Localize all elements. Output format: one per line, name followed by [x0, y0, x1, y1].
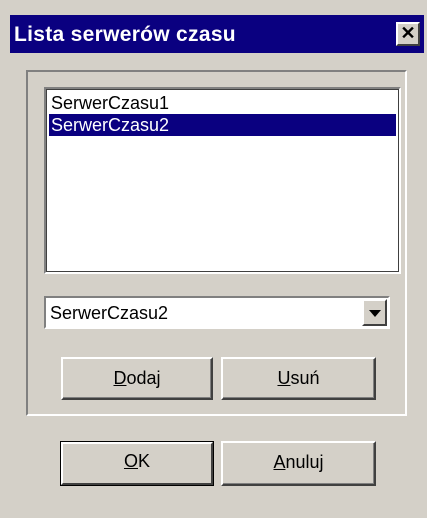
add-button[interactable]: Dodaj: [61, 357, 213, 400]
cancel-button-label-rest: nuluj: [285, 452, 324, 472]
ok-button[interactable]: OK: [60, 441, 214, 486]
add-button-mnemonic: D: [113, 368, 127, 388]
cancel-button-label: Anuluj: [223, 452, 374, 473]
add-button-label: Dodaj: [63, 368, 211, 389]
combobox-value[interactable]: SerwerCzasu2: [50, 303, 168, 324]
combobox-dropdown-button[interactable]: [362, 299, 387, 326]
window-title: Lista serwerów czasu: [14, 23, 236, 46]
ok-button-label-rest: K: [138, 451, 151, 471]
close-button[interactable]: ✕: [396, 22, 420, 46]
ok-button-label: OK: [61, 451, 213, 472]
ok-button-mnemonic: O: [123, 451, 138, 471]
list-item[interactable]: SerwerCzasu1: [49, 92, 396, 114]
remove-button-label-rest: suń: [290, 368, 320, 388]
dialog-window: Lista serwerów czasu ✕ SerwerCzasu1 Serw…: [0, 0, 427, 518]
add-button-label-rest: odaj: [126, 368, 161, 388]
chevron-down-icon: [369, 310, 381, 317]
list-item-selected[interactable]: SerwerCzasu2: [49, 114, 396, 136]
title-bar[interactable]: Lista serwerów czasu ✕: [10, 15, 424, 53]
remove-button-mnemonic: U: [277, 368, 291, 388]
server-listbox[interactable]: SerwerCzasu1 SerwerCzasu2: [44, 87, 401, 274]
server-combobox[interactable]: SerwerCzasu2: [44, 296, 390, 329]
remove-button[interactable]: Usuń: [221, 357, 376, 400]
close-icon: ✕: [400, 23, 416, 43]
cancel-button-mnemonic: A: [273, 452, 286, 472]
cancel-button[interactable]: Anuluj: [221, 441, 376, 486]
remove-button-label: Usuń: [223, 368, 374, 389]
